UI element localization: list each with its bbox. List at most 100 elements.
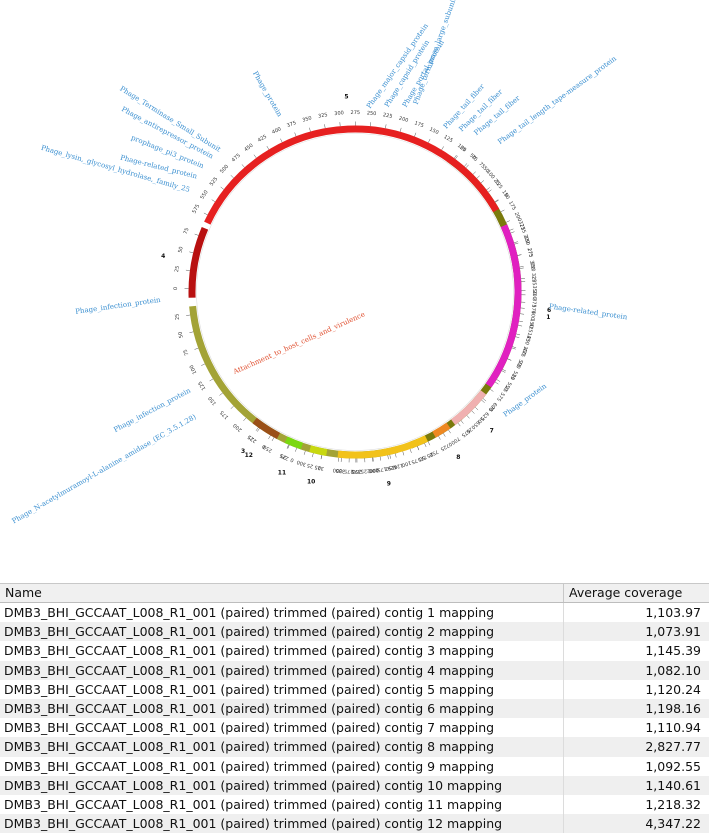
tick-mark	[495, 382, 498, 384]
tick-label: 350	[302, 115, 313, 123]
tick-label: 175	[530, 304, 537, 314]
tick-label: 0	[173, 287, 179, 290]
tick-mark	[195, 234, 199, 235]
row-coverage-cell: 1,218.32	[564, 795, 709, 814]
row-coverage-cell: 1,110.94	[564, 718, 709, 737]
tick-mark	[385, 124, 386, 128]
row-coverage-cell: 1,145.39	[564, 641, 709, 660]
tick-mark	[210, 379, 213, 381]
contig-segment-4[interactable]	[192, 228, 205, 297]
column-header-average-coverage[interactable]: Average coverage	[564, 584, 709, 602]
tick-mark	[312, 453, 313, 457]
contig-segment-8[interactable]	[434, 426, 448, 435]
tick-mark	[204, 213, 208, 215]
tick-label: 25	[174, 313, 181, 320]
table-row[interactable]: DMB3_BHI_GCCAAT_L008_R1_001 (paired) tri…	[0, 680, 709, 699]
row-name-cell: DMB3_BHI_GCCAAT_L008_R1_001 (paired) tri…	[0, 680, 564, 699]
table-row[interactable]: DMB3_BHI_GCCAAT_L008_R1_001 (paired) tri…	[0, 757, 709, 776]
tick-mark	[512, 347, 516, 348]
gene-annotation-label: Phage_protein	[251, 70, 284, 119]
table-row[interactable]: DMB3_BHI_GCCAAT_L008_R1_001 (paired) tri…	[0, 603, 709, 622]
tick-label: 325	[318, 112, 328, 120]
tick-label: 550	[199, 189, 209, 200]
tick-label: 400	[271, 126, 282, 136]
contig-id-label: 9	[387, 481, 391, 488]
row-coverage-cell: 1,092.55	[564, 757, 709, 776]
row-coverage-cell: 2,827.77	[564, 737, 709, 756]
gene-annotation-label: Phage-related_protein	[549, 302, 629, 321]
tick-label: 175	[507, 200, 517, 211]
tick-label: 75	[183, 348, 191, 356]
row-name-cell: DMB3_BHI_GCCAAT_L008_R1_001 (paired) tri…	[0, 776, 564, 795]
table-row[interactable]: DMB3_BHI_GCCAAT_L008_R1_001 (paired) tri…	[0, 718, 709, 737]
contig-circos-plot: 2550751001251501752002252502753003253503…	[0, 0, 709, 580]
contig-segment-10[interactable]	[310, 449, 327, 453]
tick-mark	[442, 146, 444, 149]
tick-label: 200	[232, 422, 243, 433]
tick-mark	[514, 243, 518, 244]
tick-label: 150	[428, 127, 439, 137]
tick-label: 575	[192, 203, 202, 214]
tick-mark	[212, 200, 215, 202]
tick-mark	[417, 446, 418, 450]
tick-mark	[477, 176, 480, 179]
contig-segment-6[interactable]	[489, 226, 518, 386]
tick-label: 275	[351, 110, 361, 116]
contig-id-label: 8	[456, 454, 460, 461]
table-row[interactable]: DMB3_BHI_GCCAAT_L008_R1_001 (paired) tri…	[0, 737, 709, 756]
table-row[interactable]: DMB3_BHI_GCCAAT_L008_R1_001 (paired) tri…	[0, 699, 709, 718]
tick-label: 450	[243, 143, 254, 153]
tick-mark	[243, 418, 246, 421]
table-header: Name Average coverage	[0, 584, 709, 603]
table-row[interactable]: DMB3_BHI_GCCAAT_L008_R1_001 (paired) tri…	[0, 622, 709, 641]
row-name-cell: DMB3_BHI_GCCAAT_L008_R1_001 (paired) tri…	[0, 718, 564, 737]
column-header-name[interactable]: Name	[0, 584, 564, 602]
contig-segment-1[interactable]	[411, 158, 518, 445]
tick-mark	[194, 348, 198, 349]
tick-label: 100	[456, 143, 467, 154]
tick-label: 25	[174, 265, 181, 272]
tick-mark	[400, 128, 401, 132]
table-row[interactable]: DMB3_BHI_GCCAAT_L008_R1_001 (paired) tri…	[0, 641, 709, 660]
tick-mark	[410, 449, 411, 453]
tick-label: 125	[443, 134, 454, 144]
tick-mark	[304, 451, 305, 455]
tick-mark	[475, 407, 478, 410]
tick-mark	[519, 321, 523, 322]
tick-label: 325	[517, 220, 526, 231]
gene-annotation-label: Phage_N-acetylmuramoyl-L-alanine_amidase…	[11, 413, 198, 526]
table-row[interactable]: DMB3_BHI_GCCAAT_L008_R1_001 (paired) tri…	[0, 776, 709, 795]
tick-mark	[515, 337, 519, 338]
tick-label: 100	[189, 364, 199, 375]
tick-mark	[511, 232, 515, 233]
row-coverage-cell: 1,082.10	[564, 661, 709, 680]
contig-id-label: 10	[307, 479, 315, 486]
tick-label: 150	[527, 318, 535, 328]
contig-segment-12[interactable]	[255, 420, 279, 435]
tick-label: 50	[177, 246, 184, 254]
tick-label: 50	[509, 372, 517, 380]
table-body: DMB3_BHI_GCCAAT_L008_R1_001 (paired) tri…	[0, 603, 709, 833]
row-name-cell: DMB3_BHI_GCCAAT_L008_R1_001 (paired) tri…	[0, 661, 564, 680]
tick-mark	[473, 172, 476, 175]
tick-label: 525	[209, 176, 220, 187]
table-row[interactable]: DMB3_BHI_GCCAAT_L008_R1_001 (paired) tri…	[0, 814, 709, 833]
tick-mark	[272, 437, 274, 440]
tick-mark	[443, 433, 445, 436]
tick-label: 300	[296, 459, 307, 468]
table-row[interactable]: DMB3_BHI_GCCAAT_L008_R1_001 (paired) tri…	[0, 661, 709, 680]
contig-segment-9[interactable]	[338, 439, 426, 455]
tick-mark	[403, 452, 404, 456]
tick-mark	[497, 379, 500, 381]
tick-mark	[428, 442, 430, 446]
tick-mark	[461, 420, 464, 423]
coverage-table: Name Average coverage DMB3_BHI_GCCAAT_L0…	[0, 583, 709, 833]
tick-mark	[201, 364, 205, 366]
contig-id-label: 11	[278, 469, 286, 476]
tick-mark	[380, 457, 381, 461]
tick-label: 175	[219, 409, 230, 420]
table-row[interactable]: DMB3_BHI_GCCAAT_L008_R1_001 (paired) tri…	[0, 795, 709, 814]
tick-label: 50	[178, 331, 185, 339]
tick-label: 300	[522, 234, 531, 245]
tick-label: 275	[526, 247, 534, 258]
